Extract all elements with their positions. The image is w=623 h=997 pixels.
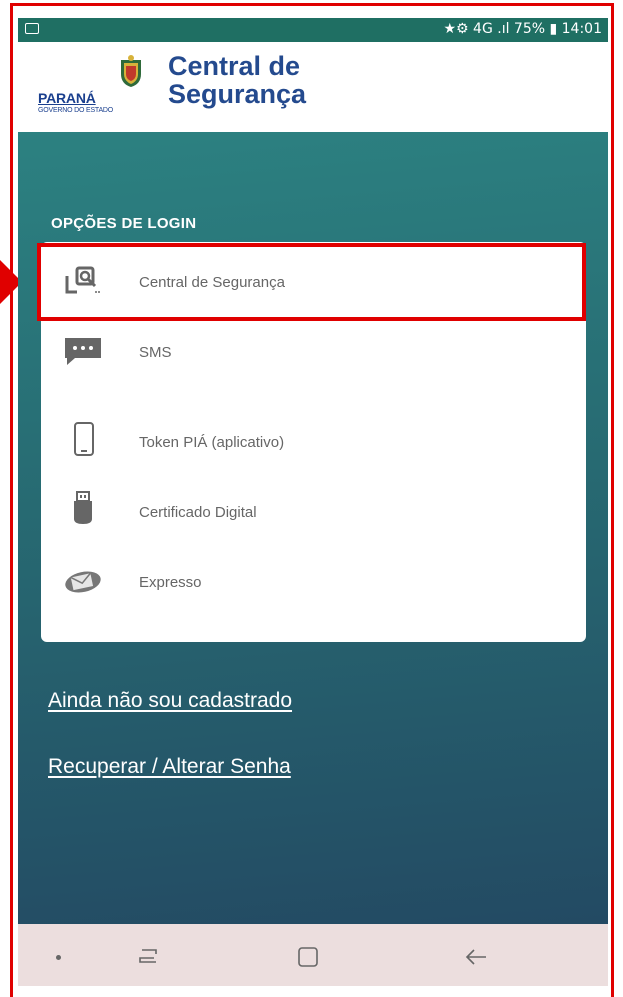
image-notification-icon xyxy=(25,23,39,34)
login-option-label: Token PIÁ (aplicativo) xyxy=(139,434,285,451)
expresso-mail-icon xyxy=(65,571,101,593)
login-option-certificado-digital[interactable]: Certificado Digital xyxy=(41,480,586,540)
smartphone-icon xyxy=(74,422,94,456)
logo-text-top: PARANÁ xyxy=(38,90,96,106)
navigation-bar xyxy=(18,924,608,986)
back-icon[interactable] xyxy=(464,946,488,968)
login-options-heading: OPÇÕES DE LOGIN xyxy=(51,215,197,232)
annotation-frame-top xyxy=(10,3,614,6)
nav-dot-indicator xyxy=(56,955,61,960)
recover-password-link[interactable]: Recuperar / Alterar Senha xyxy=(48,755,291,779)
annotation-frame-left xyxy=(10,3,13,997)
annotation-highlight-box xyxy=(37,243,586,321)
logo-text-bottom: GOVERNO DO ESTADO xyxy=(38,107,114,114)
login-option-token-pia[interactable]: Token PIÁ (aplicativo) xyxy=(41,410,586,470)
home-icon[interactable] xyxy=(297,946,319,968)
app-title-line1: Central de xyxy=(168,51,301,81)
status-bar: ★⚙ 4G .ıl 75% ▮ 14:01 xyxy=(18,18,608,42)
login-option-expresso[interactable]: Expresso xyxy=(41,550,586,610)
sms-icon xyxy=(65,338,101,365)
app-title: Central de Segurança xyxy=(168,52,306,108)
login-option-sms[interactable]: SMS xyxy=(41,320,586,380)
annotation-frame-right xyxy=(611,3,614,997)
parana-logo: PARANÁ GOVERNO DO ESTADO xyxy=(38,90,134,114)
coat-of-arms-icon xyxy=(121,55,141,87)
register-link[interactable]: Ainda não sou cadastrado xyxy=(48,689,292,713)
app-header: PARANÁ GOVERNO DO ESTADO Central de Segu… xyxy=(18,42,608,132)
login-option-label: Expresso xyxy=(139,574,202,591)
app-title-line2: Segurança xyxy=(168,79,307,109)
usb-token-icon xyxy=(74,491,92,524)
status-bar-right: ★⚙ 4G .ıl 75% ▮ 14:01 xyxy=(443,21,602,37)
recent-apps-icon[interactable] xyxy=(136,948,160,964)
login-option-label: Certificado Digital xyxy=(139,504,257,521)
login-option-label: SMS xyxy=(139,344,172,361)
